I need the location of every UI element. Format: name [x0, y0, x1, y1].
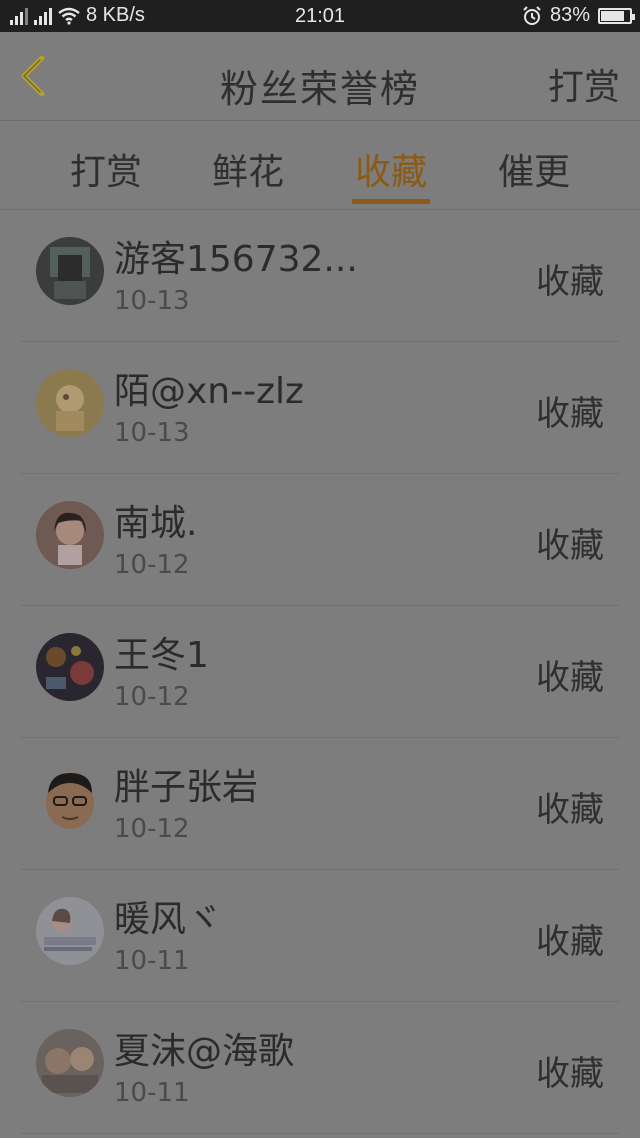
list-item[interactable]: 王冬1 10-12 收藏: [20, 606, 620, 738]
date-text: 10-11: [114, 946, 190, 976]
user-name: 夏沫@海歌: [114, 1031, 295, 1072]
user-name: 陌@xn--zlz: [114, 371, 304, 412]
list-item[interactable]: 南城. 10-12 收藏: [20, 474, 620, 606]
list-item[interactable]: 陌@xn--zlz 10-13 收藏: [20, 342, 620, 474]
avatar[interactable]: [36, 237, 104, 305]
date-text: 10-12: [114, 682, 190, 712]
user-name: 游客156732...: [114, 239, 358, 280]
list-item[interactable]: 暖风ヾ 10-11 收藏: [20, 870, 620, 1002]
user-name: 王冬1: [114, 635, 209, 676]
tab-flowers[interactable]: 鲜花: [198, 143, 298, 195]
avatar[interactable]: [36, 633, 104, 701]
date-text: 10-13: [114, 418, 190, 448]
alarm-icon: [523, 5, 541, 25]
avatar[interactable]: [36, 765, 104, 833]
tab-bar: 打赏 鲜花 收藏 催更: [0, 121, 640, 210]
tab-reward[interactable]: 打赏: [56, 143, 156, 195]
tab-urge-update[interactable]: 催更: [484, 143, 584, 195]
status-bar: 8 KB/s 21:01 83%: [0, 0, 640, 32]
tab-favorites[interactable]: 收藏: [341, 143, 441, 195]
action-label: 收藏: [536, 658, 604, 698]
date-text: 10-13: [114, 286, 190, 316]
user-name: 南城.: [114, 503, 198, 544]
reward-button[interactable]: 打赏: [548, 58, 620, 110]
user-name: 胖子张岩: [114, 767, 259, 808]
avatar[interactable]: [36, 501, 104, 569]
action-label: 收藏: [536, 1054, 604, 1094]
date-text: 10-11: [114, 1078, 190, 1108]
avatar[interactable]: [36, 897, 104, 965]
date-text: 10-12: [114, 550, 190, 580]
nav-bar: 粉丝荣誉榜 打赏: [0, 32, 640, 121]
user-name: 暖风ヾ: [114, 899, 223, 940]
action-label: 收藏: [536, 394, 604, 434]
action-label: 收藏: [536, 790, 604, 830]
action-label: 收藏: [536, 262, 604, 302]
page-title: 粉丝荣誉榜: [219, 67, 420, 111]
date-text: 10-12: [114, 814, 190, 844]
active-tab-indicator: [352, 199, 430, 204]
status-right: 83%: [522, 4, 635, 27]
fan-list: 游客156732... 10-13 收藏 陌@xn--zlz 10-13 收藏 …: [0, 210, 640, 1134]
action-label: 收藏: [536, 922, 604, 962]
avatar[interactable]: [36, 1029, 104, 1097]
action-label: 收藏: [536, 526, 604, 566]
list-item[interactable]: 夏沫@海歌 10-11 收藏: [20, 1002, 620, 1134]
list-item[interactable]: 游客156732... 10-13 收藏: [20, 210, 620, 342]
battery-percent: 83%: [549, 4, 590, 26]
avatar[interactable]: [36, 369, 104, 437]
battery-icon: [598, 7, 635, 24]
list-item[interactable]: 胖子张岩 10-12 收藏: [20, 738, 620, 870]
